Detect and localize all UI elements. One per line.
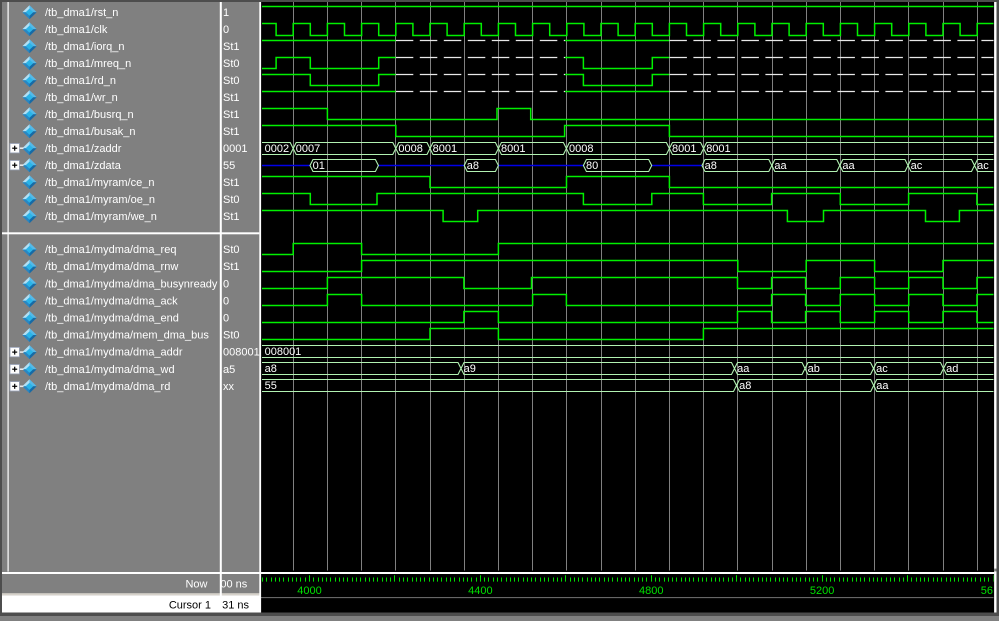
svg-text:aa: aa	[876, 380, 889, 392]
svg-text:/tb_dma1/zdata: /tb_dma1/zdata	[45, 160, 122, 172]
svg-text:/tb_dma1/mydma/dma_ack: /tb_dma1/mydma/dma_ack	[45, 295, 178, 307]
svg-text:/tb_dma1/rst_n: /tb_dma1/rst_n	[45, 7, 118, 19]
svg-text:/tb_dma1/busak_n: /tb_dma1/busak_n	[45, 126, 136, 138]
svg-text:/tb_dma1/mydma/dma_rd: /tb_dma1/mydma/dma_rd	[45, 381, 170, 393]
svg-text:St0: St0	[223, 58, 240, 70]
svg-text:0: 0	[223, 278, 229, 290]
svg-text:Now: Now	[185, 579, 207, 591]
svg-text:St1: St1	[223, 177, 240, 189]
svg-text:/tb_dma1/mydma/dma_busynready: /tb_dma1/mydma/dma_busynready	[45, 278, 218, 290]
svg-text:St1: St1	[223, 92, 240, 104]
svg-text:Cursor 1: Cursor 1	[169, 599, 211, 611]
svg-text:0: 0	[223, 313, 229, 325]
svg-text:/tb_dma1/zaddr: /tb_dma1/zaddr	[45, 143, 122, 155]
svg-text:St0: St0	[223, 75, 240, 87]
svg-text:/tb_dma1/clk: /tb_dma1/clk	[45, 24, 108, 36]
svg-text:/tb_dma1/myram/ce_n: /tb_dma1/myram/ce_n	[45, 177, 154, 189]
svg-text:a5: a5	[223, 364, 235, 376]
svg-text:aa: aa	[842, 160, 855, 172]
svg-text:a8: a8	[739, 380, 751, 392]
svg-text:01: 01	[313, 160, 325, 172]
svg-text:/tb_dma1/iorq_n: /tb_dma1/iorq_n	[45, 41, 125, 53]
svg-text:8001: 8001	[706, 143, 730, 155]
svg-text:0001: 0001	[223, 143, 247, 155]
svg-text:8001: 8001	[672, 143, 696, 155]
svg-text:/tb_dma1/mydma/dma_wd: /tb_dma1/mydma/dma_wd	[45, 364, 175, 376]
svg-text:8001: 8001	[501, 143, 525, 155]
svg-text:ac: ac	[977, 160, 989, 172]
svg-text:0008: 0008	[398, 143, 422, 155]
svg-text:/tb_dma1/mydma/dma_rnw: /tb_dma1/mydma/dma_rnw	[45, 261, 178, 273]
svg-text:/tb_dma1/mydma/mem_dma_bus: /tb_dma1/mydma/mem_dma_bus	[45, 330, 209, 342]
svg-text:St1: St1	[223, 41, 240, 53]
svg-text:/tb_dma1/mreq_n: /tb_dma1/mreq_n	[45, 58, 131, 70]
svg-text:0: 0	[223, 24, 229, 36]
svg-text:ac: ac	[911, 160, 923, 172]
svg-text:a8: a8	[705, 160, 717, 172]
svg-text:St1: St1	[223, 126, 240, 138]
svg-text:ab: ab	[808, 363, 820, 375]
svg-text:St1: St1	[223, 109, 240, 121]
svg-text:ad: ad	[946, 363, 958, 375]
svg-text:1: 1	[223, 7, 229, 19]
svg-text:80: 80	[586, 160, 598, 172]
svg-text:0: 0	[223, 295, 229, 307]
svg-text:008001: 008001	[223, 347, 260, 359]
svg-text:aa: aa	[737, 363, 750, 375]
svg-text:55: 55	[265, 380, 277, 392]
svg-text:ac: ac	[876, 363, 888, 375]
svg-text:a8: a8	[265, 363, 277, 375]
svg-text:0002: 0002	[265, 143, 289, 155]
svg-text:St1: St1	[223, 261, 240, 273]
svg-text:/tb_dma1/wr_n: /tb_dma1/wr_n	[45, 92, 118, 104]
svg-text:0008: 0008	[569, 143, 593, 155]
svg-text:a9: a9	[464, 363, 476, 375]
svg-text:St0: St0	[223, 244, 240, 256]
svg-text:/tb_dma1/busrq_n: /tb_dma1/busrq_n	[45, 109, 134, 121]
svg-text:/tb_dma1/myram/oe_n: /tb_dma1/myram/oe_n	[45, 194, 155, 206]
svg-text:55: 55	[223, 160, 235, 172]
svg-text:/tb_dma1/mydma/dma_end: /tb_dma1/mydma/dma_end	[45, 313, 179, 325]
svg-text:St1: St1	[223, 211, 240, 223]
svg-text:/tb_dma1/mydma/dma_req: /tb_dma1/mydma/dma_req	[45, 244, 176, 256]
svg-text:0007: 0007	[296, 143, 320, 155]
svg-text:St0: St0	[223, 194, 240, 206]
svg-text:aa: aa	[774, 160, 787, 172]
svg-text:/tb_dma1/rd_n: /tb_dma1/rd_n	[45, 75, 116, 87]
svg-text:/tb_dma1/mydma/dma_addr: /tb_dma1/mydma/dma_addr	[45, 347, 183, 359]
svg-text:8001: 8001	[433, 143, 457, 155]
svg-text:a8: a8	[467, 160, 479, 172]
svg-text:/tb_dma1/myram/we_n: /tb_dma1/myram/we_n	[45, 211, 157, 223]
svg-text:St0: St0	[223, 330, 240, 342]
svg-text:008001: 008001	[265, 346, 302, 358]
svg-text:xx: xx	[223, 381, 235, 393]
